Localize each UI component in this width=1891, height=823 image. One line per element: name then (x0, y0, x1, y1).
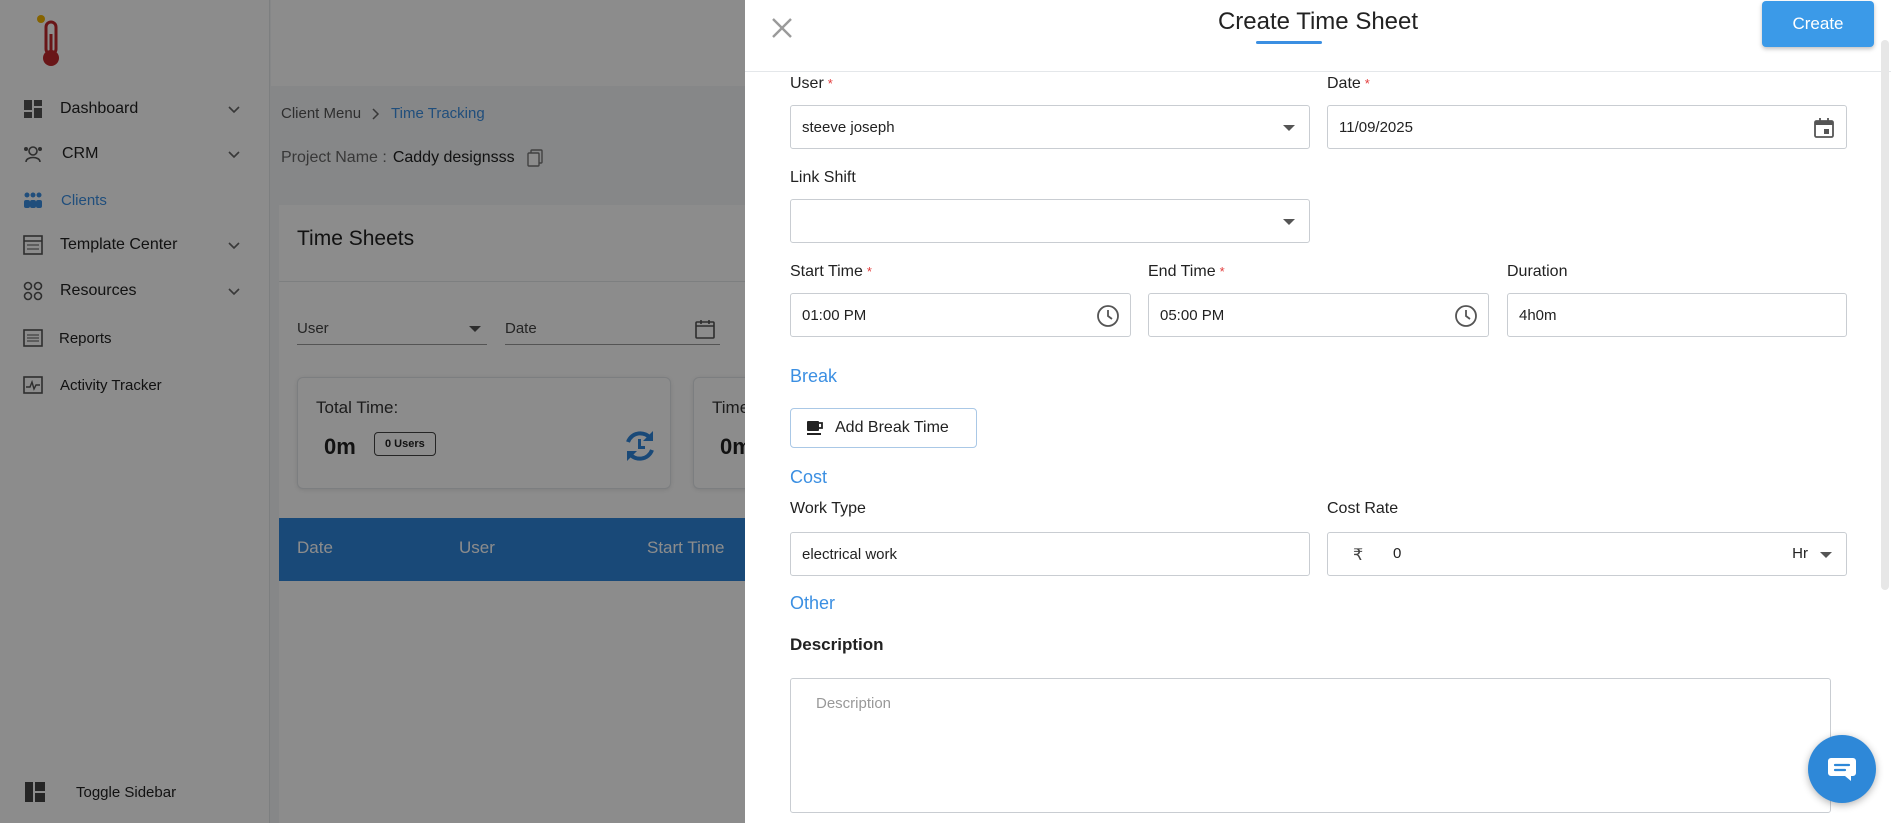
rate-unit-select[interactable]: Hr (1792, 545, 1808, 562)
date-input-value: 11/09/2025 (1339, 118, 1413, 136)
user-field-label: User * (790, 75, 833, 93)
chat-button[interactable] (1808, 735, 1876, 803)
scrollbar[interactable] (1881, 40, 1889, 590)
start-time-value: 01:00 PM (802, 306, 867, 324)
link-shift-select[interactable] (790, 199, 1310, 243)
clock-icon[interactable] (1096, 304, 1120, 328)
end-time-label: End Time * (1148, 263, 1225, 281)
add-break-time-button[interactable]: Add Break Time (790, 408, 977, 448)
required-mark: * (1219, 264, 1225, 279)
drawer-title: Create Time Sheet (1217, 8, 1419, 35)
duration-value: 4h0m (1519, 306, 1557, 324)
cost-rate-label: Cost Rate (1327, 500, 1399, 517)
end-time-value: 05:00 PM (1160, 306, 1225, 324)
caret-down-icon (1283, 125, 1295, 131)
work-type-input[interactable]: electrical work (790, 532, 1310, 576)
caret-down-icon[interactable] (1820, 552, 1832, 558)
calendar-icon[interactable] (1812, 116, 1836, 140)
break-section-title: Break (790, 366, 838, 386)
date-input[interactable]: 11/09/2025 (1327, 105, 1847, 149)
clock-icon[interactable] (1454, 304, 1478, 328)
create-button[interactable]: Create (1762, 1, 1874, 47)
cost-rate-input[interactable]: ₹ 0 Hr (1327, 532, 1847, 576)
title-underline (1256, 41, 1322, 44)
user-select-value: steeve joseph (802, 118, 895, 136)
duration-input[interactable]: 4h0m (1507, 293, 1847, 337)
label-text: Date (1327, 75, 1361, 92)
required-mark: * (1364, 76, 1370, 91)
date-field-label: Date * (1327, 75, 1370, 93)
rupee-icon: ₹ (1353, 547, 1364, 564)
caret-down-icon (1283, 219, 1295, 225)
add-break-time-label: Add Break Time (835, 419, 949, 436)
end-time-input[interactable]: 05:00 PM (1148, 293, 1489, 337)
label-text: End Time (1148, 263, 1216, 280)
other-section-title: Other (790, 593, 836, 613)
chat-icon (1828, 758, 1856, 781)
description-textarea[interactable] (790, 678, 1831, 813)
link-shift-label: Link Shift (790, 169, 856, 186)
coffee-cup-icon (807, 421, 823, 435)
drawer-header: Create Time Sheet Create (745, 0, 1891, 72)
user-select[interactable]: steeve joseph (790, 105, 1310, 149)
label-text: User (790, 75, 824, 92)
required-mark: * (866, 264, 872, 279)
start-time-label: Start Time * (790, 263, 872, 281)
create-timesheet-drawer: Create Time Sheet Create User * steeve jo… (745, 0, 1891, 823)
label-text: Start Time (790, 263, 863, 280)
work-type-label: Work Type (790, 500, 866, 517)
cost-rate-value: 0 (1393, 545, 1402, 562)
duration-label: Duration (1507, 263, 1568, 280)
start-time-input[interactable]: 01:00 PM (790, 293, 1131, 337)
cost-section-title: Cost (790, 467, 828, 487)
work-type-value: electrical work (802, 545, 898, 563)
required-mark: * (827, 76, 833, 91)
description-label: Description (790, 635, 884, 654)
